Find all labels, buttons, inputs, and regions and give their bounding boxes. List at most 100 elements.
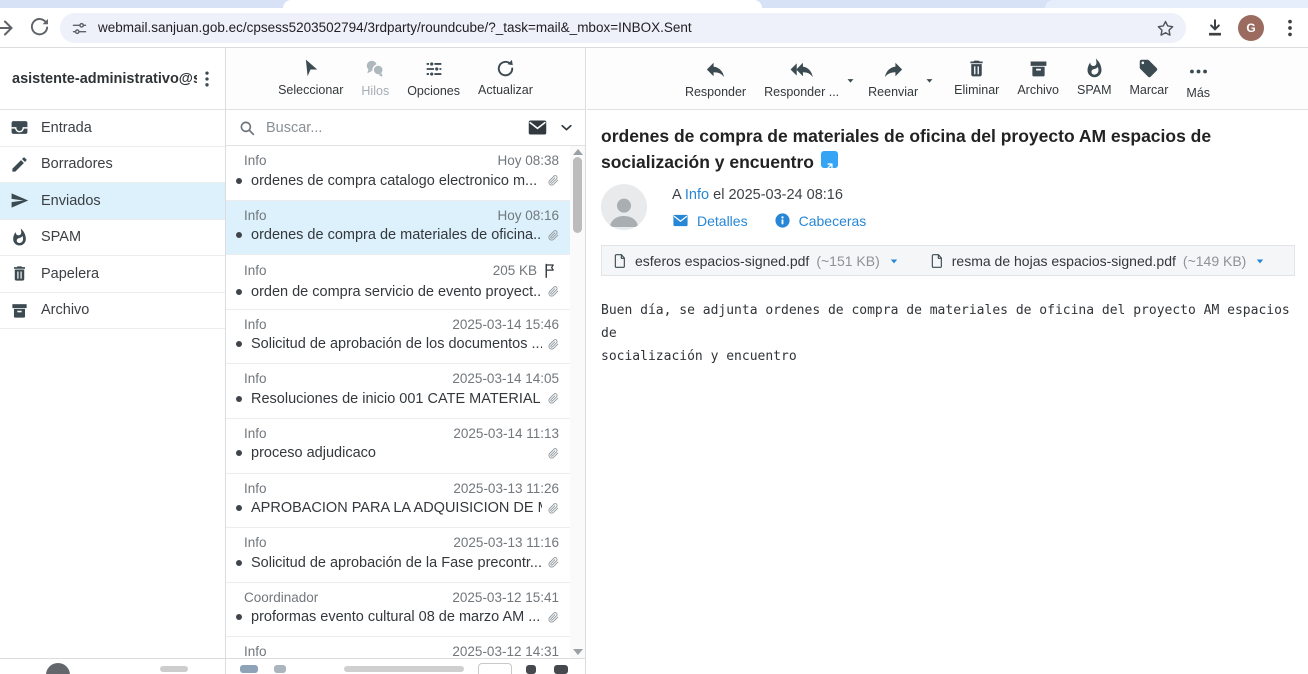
- reply-all-caret-down-icon[interactable]: [844, 74, 857, 87]
- search-options-chevron-down-icon[interactable]: [558, 119, 575, 136]
- search-bar: [226, 110, 585, 146]
- message-row[interactable]: Info 2025-03-14 14:05 Resoluciones de in…: [226, 364, 585, 419]
- more-button[interactable]: Más: [1186, 58, 1210, 100]
- message-row[interactable]: Info 2025-03-14 11:13 proceso adjudicaco: [226, 419, 585, 474]
- message-from: Info: [244, 644, 267, 658]
- message-date: 2025-03-12 15:41: [452, 590, 559, 605]
- footer-fragment: [274, 665, 286, 673]
- message-from: Info: [244, 535, 267, 550]
- archive-button[interactable]: Archivo: [1017, 58, 1059, 97]
- user-avatar-cutoff[interactable]: [46, 663, 70, 674]
- browser-profile-avatar[interactable]: G: [1238, 15, 1264, 41]
- reply-all-button[interactable]: Responder ...: [764, 58, 839, 99]
- archive-box-icon: [10, 301, 29, 320]
- attachment-size: (~151 KB): [816, 253, 879, 269]
- forward-button[interactable]: Reenviar: [868, 58, 918, 99]
- paperclip-icon: [542, 445, 559, 462]
- footer-button-fragment[interactable]: [478, 663, 512, 674]
- options-sliders-icon: [423, 58, 445, 80]
- message-row[interactable]: Info 2025-03-12 14:31: [226, 637, 585, 658]
- scrollbar-thumb[interactable]: [573, 157, 582, 233]
- search-input[interactable]: [266, 120, 527, 136]
- attachment-caret-down-icon[interactable]: [887, 254, 901, 268]
- sidebar-item-borradores[interactable]: Borradores: [0, 147, 225, 184]
- options-button[interactable]: Opciones: [407, 58, 460, 98]
- message-row[interactable]: Info 2025-03-13 11:16 Solicitud de aprob…: [226, 528, 585, 583]
- details-link[interactable]: Detalles: [697, 213, 748, 229]
- folder-label: Enviados: [41, 193, 101, 209]
- sidebar-item-papelera[interactable]: Papelera: [0, 256, 225, 293]
- sidebar-item-enviados[interactable]: Enviados: [0, 183, 225, 220]
- message-row-selected[interactable]: Info Hoy 08:16 ordenes de compra de mate…: [226, 201, 585, 256]
- message-row[interactable]: Info 2025-03-13 11:26 APROBACION PARA LA…: [226, 474, 585, 529]
- footer-fragment: [344, 666, 464, 672]
- refresh-button[interactable]: Actualizar: [478, 58, 533, 97]
- search-scope-envelope-icon[interactable]: [527, 117, 548, 138]
- message-from: Info: [244, 208, 267, 223]
- threads-button[interactable]: Hilos: [361, 58, 389, 98]
- select-button[interactable]: Seleccionar: [278, 58, 343, 97]
- account-menu-dots-icon[interactable]: [197, 69, 217, 89]
- archive-box-icon: [1028, 58, 1049, 79]
- folder-label: Archivo: [41, 302, 89, 318]
- info-circle-icon[interactable]: [774, 212, 791, 229]
- external-link-icon[interactable]: [821, 151, 838, 168]
- unread-dot: [236, 232, 242, 238]
- header-actions: Detalles Cabeceras: [672, 212, 866, 229]
- sidebar-item-archivo[interactable]: Archivo: [0, 293, 225, 330]
- account-name: asistente-administrativo@sa...: [12, 71, 197, 87]
- message-subject: APROBACION PARA LA ADQUISICION DE M...: [251, 500, 542, 516]
- unread-dot: [236, 341, 242, 347]
- sidebar-item-entrada[interactable]: Entrada: [0, 110, 225, 147]
- attachment-item[interactable]: resma de hojas espacios-signed.pdf (~149…: [929, 253, 1268, 269]
- message-subject: Solicitud de aprobación de la Fase preco…: [251, 555, 542, 571]
- url-bar[interactable]: webmail.sanjuan.gob.ec/cpsess5203502794/…: [60, 13, 1186, 43]
- message-from: Coordinador: [244, 590, 318, 605]
- message-row[interactable]: Info 2025-03-14 15:46 Solicitud de aprob…: [226, 310, 585, 365]
- sender-avatar: [601, 184, 647, 230]
- folder-label: Borradores: [41, 156, 113, 172]
- delete-button[interactable]: Eliminar: [954, 58, 999, 97]
- attachment-caret-down-icon[interactable]: [1253, 254, 1267, 268]
- tab-fragment[interactable]: [1045, 0, 1308, 8]
- sidebar-item-spam[interactable]: SPAM: [0, 220, 225, 257]
- browser-toolbar: webmail.sanjuan.gob.ec/cpsess5203502794/…: [0, 8, 1308, 48]
- flag-icon[interactable]: [542, 262, 559, 279]
- message-subject: orden de compra servicio de evento proye…: [251, 284, 542, 300]
- message-row[interactable]: Info Hoy 08:38 ordenes de compra catalog…: [226, 146, 585, 201]
- reload-icon[interactable]: [28, 16, 51, 39]
- mark-button[interactable]: Marcar: [1130, 58, 1169, 97]
- forward-nav-icon[interactable]: [0, 16, 16, 40]
- message-date: Hoy 08:38: [497, 153, 559, 168]
- sent-plane-icon: [10, 191, 29, 210]
- headers-link[interactable]: Cabeceras: [799, 213, 867, 229]
- tune-icon[interactable]: [71, 20, 88, 37]
- recipient-prefix: A: [672, 187, 681, 203]
- footer-fragment: [240, 665, 258, 673]
- scroll-up-arrow[interactable]: [573, 149, 583, 155]
- bookmark-star-icon[interactable]: [1156, 19, 1175, 38]
- browser-menu-dots-icon[interactable]: [1279, 17, 1301, 39]
- spam-button[interactable]: SPAM: [1077, 58, 1112, 97]
- paperclip-icon: [542, 500, 559, 517]
- scroll-down-arrow[interactable]: [573, 649, 583, 655]
- folder-label: SPAM: [41, 229, 81, 245]
- person-icon: [604, 192, 644, 230]
- details-envelope-icon[interactable]: [672, 212, 689, 229]
- download-icon[interactable]: [1204, 17, 1226, 39]
- list-scrollbar[interactable]: [570, 146, 585, 658]
- forward-caret-down-icon[interactable]: [923, 74, 936, 87]
- message-date: 2025-03-13 11:26: [453, 481, 559, 496]
- mail-toolbar: Responder Responder ... Reenviar Elimina…: [587, 48, 1308, 110]
- attachment-item[interactable]: esferos espacios-signed.pdf (~151 KB): [612, 253, 901, 269]
- mail-view: Responder Responder ... Reenviar Elimina…: [587, 48, 1308, 674]
- recipient-link[interactable]: Info: [685, 187, 709, 203]
- active-tab-fragment[interactable]: [283, 0, 762, 8]
- message-from: Info: [244, 426, 267, 441]
- message-row[interactable]: Coordinador 2025-03-12 15:41 proformas e…: [226, 583, 585, 638]
- message-row[interactable]: Info 205 KB orden de compra servicio de …: [226, 255, 585, 310]
- mail-subject-text: ordenes de compra de materiales de ofici…: [601, 126, 1211, 172]
- mail-date: el 2025-03-24 08:16: [713, 187, 843, 203]
- reply-button[interactable]: Responder: [685, 58, 746, 99]
- account-header[interactable]: asistente-administrativo@sa...: [0, 48, 225, 110]
